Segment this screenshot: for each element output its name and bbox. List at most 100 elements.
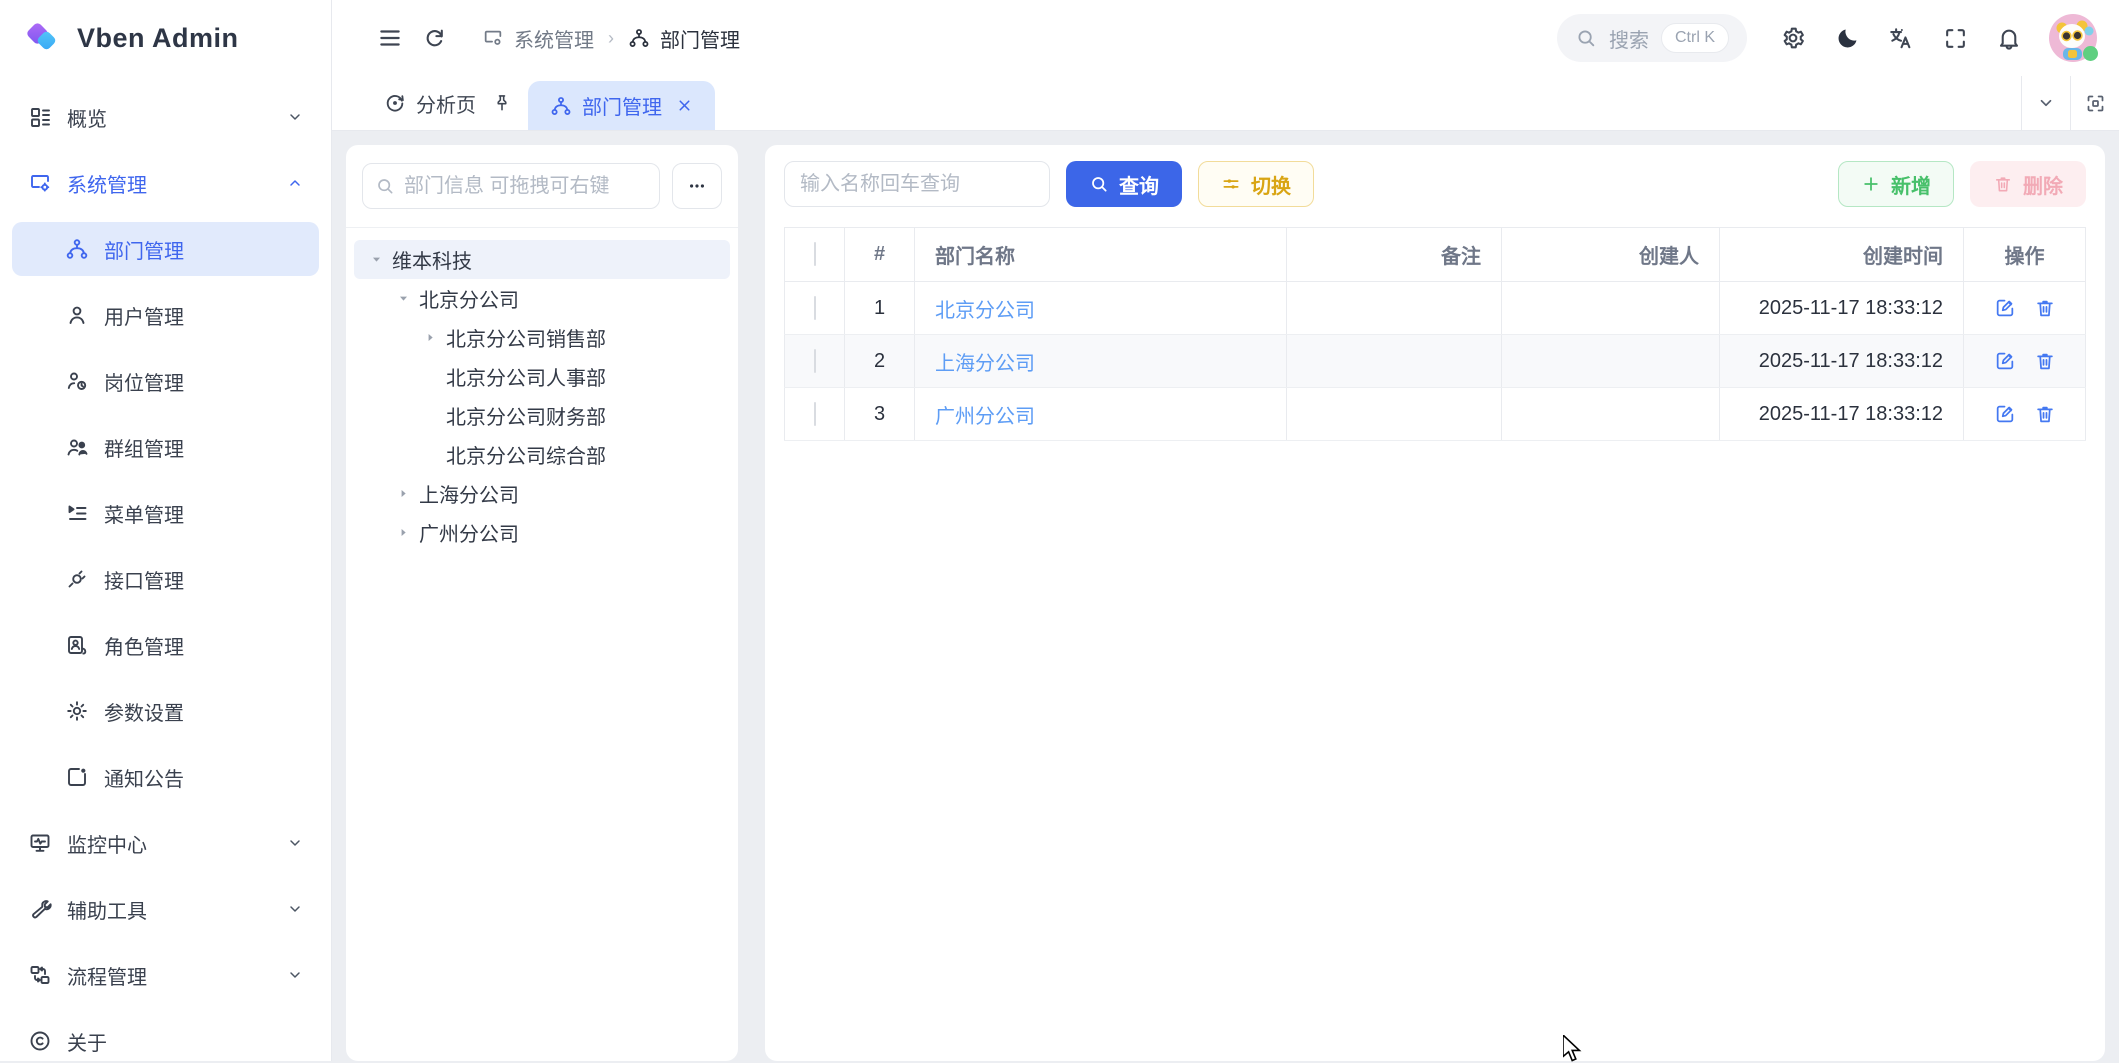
trash-icon[interactable] [2034,297,2056,319]
sidebar-item-notice[interactable]: 通知公告 [12,750,319,804]
breadcrumb-separator: › [608,28,614,49]
caret-right-icon[interactable] [422,331,438,344]
department-icon [65,237,89,261]
caret-down-icon[interactable] [395,292,411,305]
table-row: 3 广州分公司 2025-11-17 18:33:12 [785,388,2086,441]
tree-node-root[interactable]: 维本科技 [354,240,730,279]
trash-icon[interactable] [2034,350,2056,372]
analysis-icon [384,92,406,114]
add-button[interactable]: 新增 [1838,161,1954,207]
language-button[interactable] [1879,16,1923,60]
tools-icon [28,897,52,921]
sidebar-item-group[interactable]: 群组管理 [12,420,319,474]
chevron-up-icon [287,175,303,191]
refresh-button[interactable] [412,16,456,60]
chevron-down-icon [287,901,303,917]
edit-icon[interactable] [1994,403,2016,425]
department-link[interactable]: 北京分公司 [935,300,1035,322]
logo[interactable]: Vben Admin [0,0,331,76]
tab-label: 部门管理 [582,91,662,120]
maximize-content-button[interactable] [2070,76,2119,130]
col-created-at: 创建时间 [1720,228,1964,282]
tree-node[interactable]: 北京分公司财务部 [354,396,730,435]
tree-node[interactable]: 北京分公司 [354,279,730,318]
tabbar-controls [2021,76,2119,130]
sidebar-item-label: 系统管理 [67,169,147,198]
tree-node[interactable]: 广州分公司 [354,513,730,552]
search-label: 搜索 [1609,24,1649,53]
sidebar-item-system[interactable]: 系统管理 [12,156,319,210]
role-icon [65,633,89,657]
toggle-view-button[interactable]: 切换 [1198,161,1314,207]
col-actions: 操作 [1964,228,2086,282]
select-all-checkbox[interactable] [814,242,816,266]
header-actions: 搜索 Ctrl K [1557,14,2097,62]
row-checkbox[interactable] [814,402,816,426]
about-icon [28,1029,52,1053]
department-link[interactable]: 广州分公司 [935,406,1035,428]
row-checkbox[interactable] [814,349,816,373]
department-table-panel: 查询 切换 新增 删除 [765,145,2105,1061]
sidebar-item-params[interactable]: 参数设置 [12,684,319,738]
caret-down-icon[interactable] [368,253,384,266]
edit-icon[interactable] [1994,297,2016,319]
table-header-row: # 部门名称 备注 创建人 创建时间 操作 [785,228,2086,282]
search-shortcut: Ctrl K [1661,23,1729,53]
main-area: 系统管理 › 部门管理 搜索 Ctrl K [332,0,2119,1061]
theme-toggle-moon-icon[interactable] [1825,16,1869,60]
department-icon [550,95,572,117]
sidebar-item-department[interactable]: 部门管理 [12,222,319,276]
sidebar-item-monitor[interactable]: 监控中心 [12,816,319,870]
sidebar-item-about[interactable]: 关于 [12,1014,319,1061]
sidebar-item-user[interactable]: 用户管理 [12,288,319,342]
caret-right-icon[interactable] [395,526,411,539]
tree-node[interactable]: 北京分公司人事部 [354,357,730,396]
menu-icon [65,501,89,525]
department-link[interactable]: 上海分公司 [935,353,1035,375]
sidebar-item-label: 部门管理 [104,235,184,264]
tree-node[interactable]: 北京分公司综合部 [354,435,730,474]
tree-more-button[interactable] [672,163,722,209]
sidebar-menu: 概览 系统管理 部门管理 [0,76,331,1061]
sidebar-item-menu[interactable]: 菜单管理 [12,486,319,540]
sidebar-item-role[interactable]: 角色管理 [12,618,319,672]
col-name: 部门名称 [915,228,1287,282]
tab-analysis[interactable]: 分析页 [368,76,528,130]
tree-node[interactable]: 北京分公司销售部 [354,318,730,357]
delete-button[interactable]: 删除 [1970,161,2086,207]
online-status-dot [2083,46,2098,61]
settings-button[interactable] [1771,16,1815,60]
user-avatar[interactable] [2049,14,2097,62]
close-icon[interactable] [676,97,693,114]
app-title: Vben Admin [77,23,239,54]
sidebar-item-overview[interactable]: 概览 [12,90,319,144]
sidebar-item-label: 通知公告 [104,763,184,792]
name-search-input[interactable] [784,161,1050,207]
tree-search-box[interactable] [362,163,660,209]
sidebar-item-post[interactable]: 岗位管理 [12,354,319,408]
trash-icon[interactable] [2034,403,2056,425]
tab-department[interactable]: 部门管理 [528,81,715,130]
group-icon [65,435,89,459]
row-checkbox[interactable] [814,296,816,320]
sidebar-item-label: 角色管理 [104,631,184,660]
tab-menu-chevron-button[interactable] [2021,76,2070,130]
fullscreen-button[interactable] [1933,16,1977,60]
col-remark: 备注 [1287,228,1502,282]
query-button[interactable]: 查询 [1066,161,1182,207]
global-search[interactable]: 搜索 Ctrl K [1557,14,1747,62]
sidebar-item-workflow[interactable]: 流程管理 [12,948,319,1002]
tree-node[interactable]: 上海分公司 [354,474,730,513]
sidebar-item-tools[interactable]: 辅助工具 [12,882,319,936]
notifications-button[interactable] [1987,16,2031,60]
sidebar-toggle-button[interactable] [368,16,412,60]
tab-label: 分析页 [416,89,476,118]
caret-right-icon[interactable] [395,487,411,500]
tree-search-input[interactable] [404,175,647,198]
sidebar-item-api[interactable]: 接口管理 [12,552,319,606]
header: 系统管理 › 部门管理 搜索 Ctrl K [332,0,2119,76]
edit-icon[interactable] [1994,350,2016,372]
breadcrumb-item-system[interactable]: 系统管理 [482,24,594,53]
col-creator: 创建人 [1502,228,1720,282]
pin-icon[interactable] [492,93,512,113]
